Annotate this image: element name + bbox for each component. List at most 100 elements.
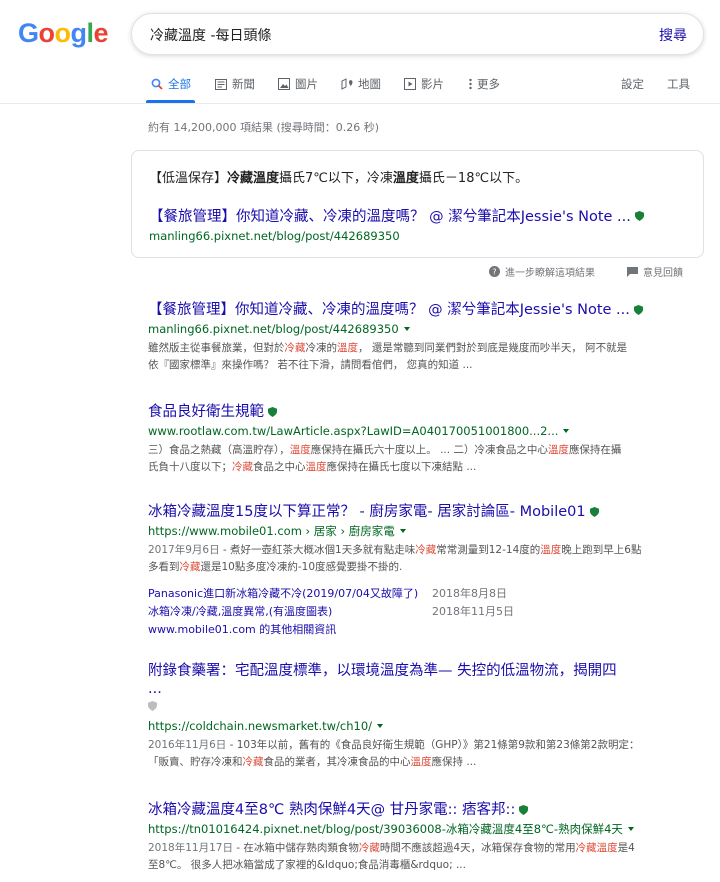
tab-label: 地圖 xyxy=(358,77,381,91)
url-text: https://www.mobile01.com › 居家 › 廚房家電 xyxy=(148,524,395,538)
logo-letter: G xyxy=(18,18,39,48)
tab-all[interactable]: 全部 xyxy=(146,76,195,103)
tab-label: 更多 xyxy=(477,77,500,91)
search-button[interactable]: 搜尋 xyxy=(659,25,687,45)
desc-text: 至8℃。 很多人把冰箱當成了家裡的&ldquo;食品消毒櫃&rdquo; ... xyxy=(148,859,466,871)
map-pin-icon xyxy=(340,78,353,91)
url-text: manling66.pixnet.net/blog/post/442689350 xyxy=(148,322,399,336)
tab-images[interactable]: 圖片 xyxy=(277,76,318,92)
snippet-title-link[interactable]: 【餐旅管理】你知道冷藏、冷凍的溫度嗎？ @ 潔兮筆記本Jessie's Note… xyxy=(149,205,644,226)
result-title: 食品良好衛生規範 xyxy=(148,404,264,420)
desc-text: 是4 xyxy=(617,842,635,854)
result-title-link[interactable]: 冰箱冷藏溫度4至8℃ 熟肉保鮮4天@ 甘丹家電:: 痞客邦:: xyxy=(148,800,704,820)
desc-highlight: 溫度 xyxy=(540,544,562,556)
url-text: https://coldchain.newsmarket.tw/ch10/ xyxy=(148,719,373,733)
featured-snippet: 【低溫保存】冷藏溫度攝氏7℃以下，冷凍溫度攝氏－18℃以下。 【餐旅管理】你知道… xyxy=(131,150,704,258)
verified-shield-icon xyxy=(634,210,644,221)
result-url[interactable]: www.rootlaw.com.tw/LawArticle.aspx?LawID… xyxy=(148,422,704,440)
logo-letter: o xyxy=(38,18,56,48)
desc-text: 氏負十八度以下； xyxy=(148,461,232,473)
more-results-link[interactable]: www.mobile01.com 的其他相關資訊 xyxy=(148,621,336,637)
desc-text: 食品的業者，其冷凍食品的中心 xyxy=(263,756,411,768)
verified-shield-icon xyxy=(589,507,599,517)
result-title-link[interactable]: 【餐旅管理】你知道冷藏、冷凍的溫度嗎？ @ 潔兮筆記本Jessie's Note… xyxy=(148,300,704,320)
snippet-answer: 【低溫保存】冷藏溫度攝氏7℃以下，冷凍溫度攝氏－18℃以下。 xyxy=(149,167,528,186)
result-title: 冰箱冷藏溫度4至8℃ 熟肉保鮮4天@ 甘丹家電:: 痞客邦:: xyxy=(148,802,516,818)
result-title-link[interactable]: ... xyxy=(148,681,704,697)
desc-text: 冷凍的 xyxy=(305,342,338,354)
logo-letter: e xyxy=(93,18,109,48)
help-circle-icon: ? xyxy=(489,266,500,277)
sublink-date: 2018年11月5日 xyxy=(432,605,514,618)
result-snippet: 2018年11月17日 - 在冰箱中儲存熟肉類食物冷藏時間不應該超過4天，冰箱保… xyxy=(148,840,704,874)
result-url[interactable]: https://www.mobile01.com › 居家 › 廚房家電 xyxy=(148,522,704,540)
desc-text: - 煮好一壺紅茶大概冰個1天多就有點走味 xyxy=(219,544,416,556)
result-url[interactable]: https://coldchain.newsmarket.tw/ch10/ xyxy=(148,717,704,735)
desc-text: ， 還是常聽到同業們對於到底是幾度而吵半天， 阿不就是 xyxy=(358,342,628,354)
result-url[interactable]: https://tn01016424.pixnet.net/blog/post/… xyxy=(148,820,704,838)
tab-label: 影片 xyxy=(421,77,444,91)
settings-link[interactable]: 設定 xyxy=(621,76,644,92)
desc-text: 時間不應該超過4天，冰箱保存食物的常用 xyxy=(379,842,576,854)
search-tabs: 全部 新聞 圖片 地圖 影片 更多 設定 工具 xyxy=(0,56,720,104)
about-result-link[interactable]: ? 進一步瞭解這項結果 xyxy=(489,264,595,279)
caret-down-icon[interactable] xyxy=(627,827,634,831)
result-title-link[interactable]: 食品良好衛生規範 xyxy=(148,402,704,422)
desc-highlight: 溫度 xyxy=(289,444,311,456)
desc-text: 三）食品之熱藏（高溫貯存）， xyxy=(148,444,290,456)
tab-videos[interactable]: 影片 xyxy=(403,76,444,92)
result-title-link[interactable]: 附錄食藥署：宅配溫度標準，以環境溫度為準— 失控的低溫物流，揭開四 xyxy=(148,661,704,681)
result-title: 【餐旅管理】你知道冷藏、冷凍的溫度嗎？ @ 潔兮筆記本Jessie's Note… xyxy=(148,302,630,318)
site-favicon-icon xyxy=(148,701,157,711)
desc-text: - 103年以前，舊有的《食品良好衛生規範（GHP）》第21條第9款和第23條第… xyxy=(226,739,640,751)
desc-highlight: 冷藏溫度 xyxy=(575,842,618,854)
search-result: 【餐旅管理】你知道冷藏、冷凍的溫度嗎？ @ 潔兮筆記本Jessie's Note… xyxy=(148,300,704,374)
tab-news[interactable]: 新聞 xyxy=(214,76,255,92)
result-snippet: 雖然版主從事餐旅業，但對於冷藏冷凍的溫度， 還是常聽到同業們對於到底是幾度而吵半… xyxy=(148,340,704,374)
settings-label: 設定 xyxy=(621,77,644,91)
feedback-flag-icon xyxy=(627,266,638,277)
result-date: 2017年9月6日 xyxy=(148,544,220,556)
caret-down-icon[interactable] xyxy=(377,724,384,728)
sublink[interactable]: 冰箱冷凍/冷藏,溫度異常,(有溫度圖表) xyxy=(148,603,332,619)
logo-letter: o xyxy=(54,18,72,48)
tab-label: 圖片 xyxy=(295,77,318,91)
snippet-url[interactable]: manling66.pixnet.net/blog/post/442689350 xyxy=(149,229,400,243)
verified-shield-icon xyxy=(268,407,277,417)
desc-text: 「販賣、貯存冷凍和 xyxy=(148,756,243,768)
result-url[interactable]: manling66.pixnet.net/blog/post/442689350 xyxy=(148,320,704,338)
feedback-link[interactable]: 意見回饋 xyxy=(627,264,683,279)
caret-down-icon[interactable] xyxy=(403,327,410,331)
desc-text: 雖然版主從事餐旅業，但對於 xyxy=(148,342,285,354)
sublink[interactable]: Panasonic進口新冰箱冷藏不冷(2019/07/04又故障了) xyxy=(148,585,418,601)
desc-text: 晚上跑到早上6點 xyxy=(561,544,642,556)
google-logo[interactable]: Google xyxy=(18,18,109,49)
result-title-link[interactable]: 冰箱冷藏溫度15度以下算正常？ - 廚房家電- 居家討論區- Mobile01 xyxy=(148,502,704,522)
verified-shield-icon xyxy=(633,305,643,315)
svg-text:?: ? xyxy=(492,268,496,277)
caret-down-icon[interactable] xyxy=(399,529,406,533)
more-dots-icon xyxy=(468,78,472,91)
desc-highlight: 冷藏 xyxy=(358,842,380,854)
desc-text: 依『國家標準』來操作嗎？ 若不往下滑，請問看倌們， 您真的知道 ... xyxy=(148,359,473,371)
search-box[interactable]: 冷藏溫度 -每日頭條 搜尋 xyxy=(131,13,704,55)
news-icon xyxy=(214,78,227,91)
tab-more[interactable]: 更多 xyxy=(468,76,500,92)
desc-text: 常常測量到12-14度的 xyxy=(436,544,541,556)
result-snippet: 三）食品之熱藏（高溫貯存），溫度應保持在攝氏六十度以上。 ... 二）冷凍食品之… xyxy=(148,442,704,476)
verified-shield-icon xyxy=(519,805,529,815)
tab-maps[interactable]: 地圖 xyxy=(340,76,381,92)
url-text: https://tn01016424.pixnet.net/blog/post/… xyxy=(148,822,623,836)
answer-text: 攝氏－18℃以下。 xyxy=(418,171,529,186)
search-result: 附錄食藥署：宅配溫度標準，以環境溫度為準— 失控的低溫物流，揭開四 ... ht… xyxy=(148,661,704,771)
answer-text: 【低溫保存】 xyxy=(149,171,228,186)
image-icon xyxy=(277,78,290,91)
desc-text: 應保持在攝氏六十度以上。 ... 二）冷凍食品之中心 xyxy=(310,444,548,456)
tools-link[interactable]: 工具 xyxy=(667,76,690,92)
caret-down-icon[interactable] xyxy=(563,429,570,433)
desc-highlight: 冷藏 xyxy=(232,461,253,473)
search-input[interactable]: 冷藏溫度 -每日頭條 xyxy=(150,25,272,45)
search-icon xyxy=(150,78,163,91)
result-title: 附錄食藥署：宅配溫度標準，以環境溫度為準— 失控的低溫物流，揭開四 xyxy=(148,663,617,679)
url-text: www.rootlaw.com.tw/LawArticle.aspx?LawID… xyxy=(148,424,559,438)
